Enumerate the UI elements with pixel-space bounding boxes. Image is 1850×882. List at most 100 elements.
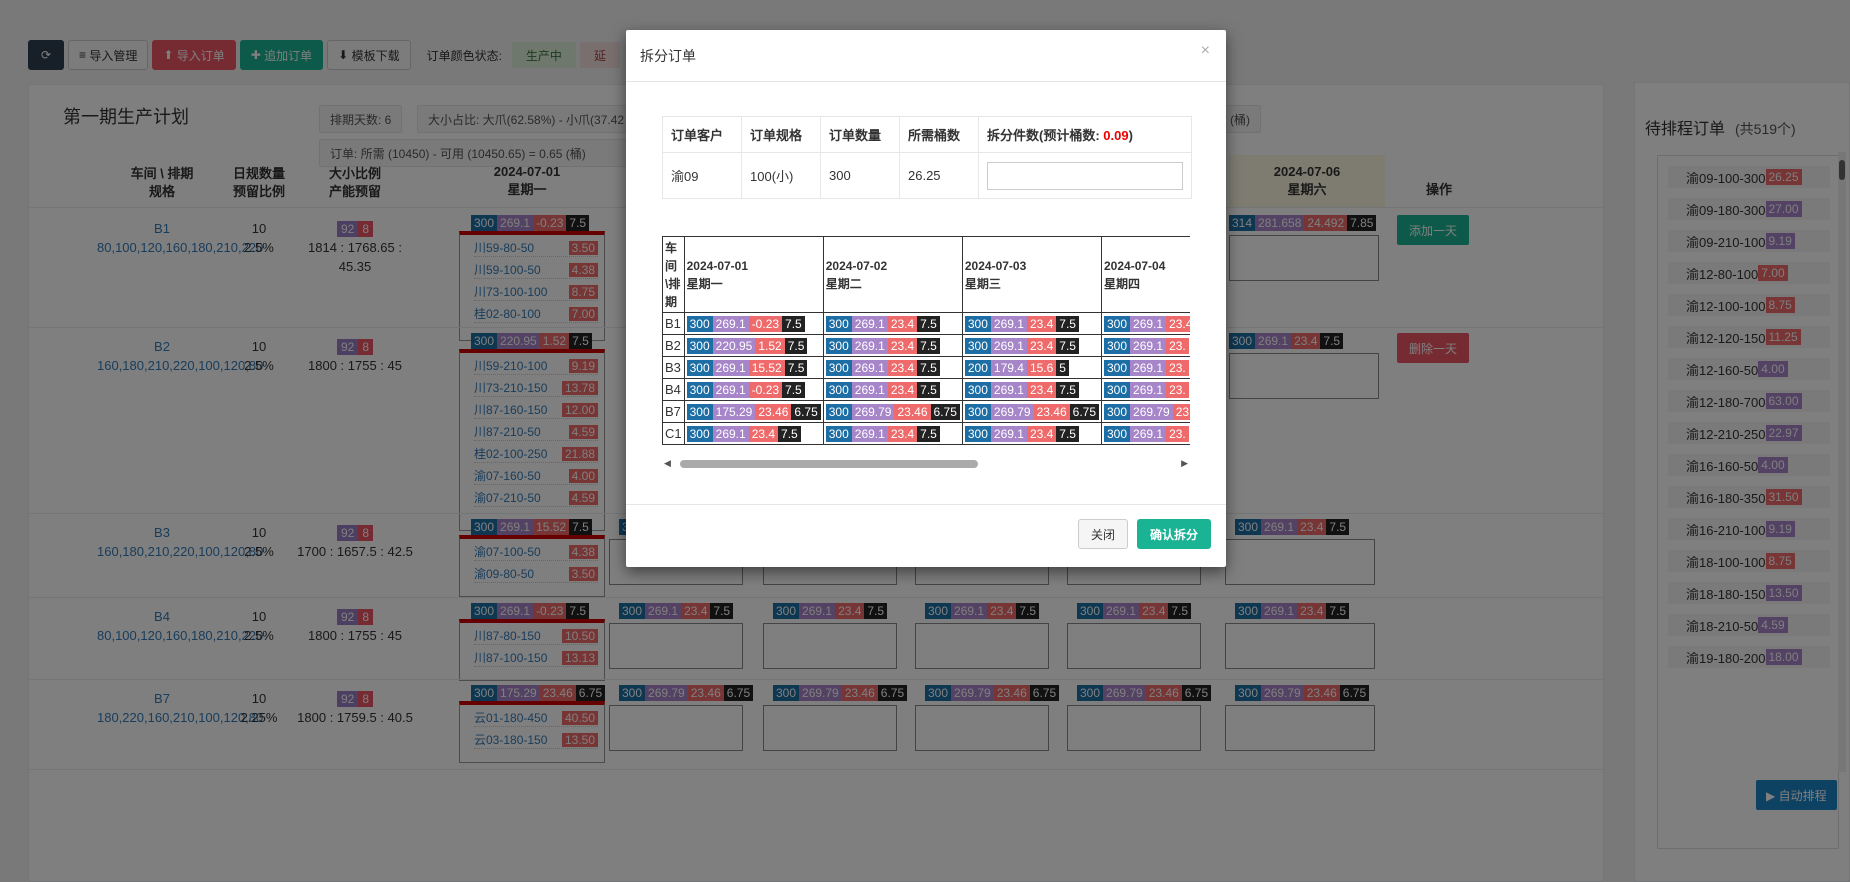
grid-row: B7 300 175.29 23.46 6.75 300 269.79 23.46 6.75 30… <box>662 400 1190 423</box>
remaining-tag: 15.6 <box>1026 359 1057 376</box>
grid-row: C1 300 269.1 23.4 7.5 300 269.1 23.4 7.5 300 269.1… <box>662 422 1190 445</box>
grid-cell[interactable]: 300 269.1 23.4 <box>1100 312 1190 335</box>
grid-cell[interactable]: 300 269.1 23. <box>1100 422 1190 445</box>
grid-row-header: B4 <box>662 378 685 401</box>
grid-date-header: 2024-07-02 星期二 <box>822 236 963 313</box>
grid-cell[interactable]: 300 269.79 23 <box>1100 400 1190 423</box>
cell-tags: 300 269.1 23.4 7.5 <box>825 337 960 354</box>
cell-tags: 300 269.79 23 <box>1104 403 1190 420</box>
confirm-split-button[interactable]: 确认拆分 <box>1137 519 1212 549</box>
cell-tags: 300 269.1 23. <box>1104 359 1190 376</box>
grid-scroll-thumb[interactable] <box>680 460 978 468</box>
quantity-tag: 300 <box>686 403 713 420</box>
grid-weekday: 星期四 <box>1104 276 1141 291</box>
barrels-tag: 7.5 <box>1056 425 1079 442</box>
large-tag: 269.79 <box>851 403 895 420</box>
cell-tags: 300 269.1 23. <box>1104 381 1190 398</box>
schedule-grid-wrapper: 车间\排期 2024-07-01 星期一 2024-07-02 星期二 2024-07-… <box>662 236 1190 456</box>
quantity-tag: 300 <box>1104 425 1131 442</box>
grid-cell[interactable]: 300 269.1 23.4 7.5 <box>822 312 963 335</box>
grid-cell[interactable]: 300 269.1 23.4 7.5 <box>822 334 963 357</box>
grid-cell[interactable]: 300 269.1 -0.23 7.5 <box>683 378 824 401</box>
grid-corner: 车间\排期 <box>662 236 685 313</box>
large-tag: 269.1 <box>851 337 888 354</box>
barrels-tag: 7.5 <box>784 337 808 354</box>
remaining-tag: 23.4 <box>1026 337 1057 354</box>
close-button[interactable]: 关闭 <box>1078 519 1129 549</box>
grid-cell[interactable]: 300 175.29 23.46 6.75 <box>683 400 824 423</box>
grid-cell[interactable]: 300 220.95 1.52 7.5 <box>683 334 824 357</box>
large-tag: 269.1 <box>712 381 749 398</box>
cell-tags: 300 269.1 23.4 7.5 <box>964 315 1099 332</box>
barrels-tag: 7.5 <box>917 359 940 376</box>
grid-cell[interactable]: 300 269.1 23.4 7.5 <box>961 422 1103 445</box>
grid-cell[interactable]: 300 269.1 23.4 7.5 <box>961 334 1103 357</box>
grid-cell[interactable]: 200 179.4 15.6 5 <box>961 356 1103 379</box>
scroll-right-icon[interactable]: ▶ <box>1181 458 1188 469</box>
grid-cell[interactable]: 300 269.1 23.4 7.5 <box>961 312 1103 335</box>
grid-row-header: B7 <box>662 400 685 423</box>
order-customer: 渝09 <box>662 152 742 199</box>
grid-cell[interactable]: 300 269.1 23.4 7.5 <box>961 378 1103 401</box>
quantity-tag: 300 <box>1104 381 1131 398</box>
cell-tags: 300 269.1 23.4 7.5 <box>825 359 960 376</box>
grid-cell[interactable]: 300 269.1 23.4 7.5 <box>822 356 963 379</box>
grid-row: B4 300 269.1 -0.23 7.5 300 269.1 23.4 7.5 300 269.… <box>662 378 1190 401</box>
quantity-tag: 300 <box>825 381 852 398</box>
grid-cell[interactable]: 300 269.1 23. <box>1100 356 1190 379</box>
order-spec: 100(小) <box>741 152 821 199</box>
quantity-tag: 300 <box>686 425 713 442</box>
customer-header: 订单客户 <box>662 116 742 153</box>
quantity-tag: 300 <box>825 425 852 442</box>
cell-tags: 300 175.29 23.46 6.75 <box>686 403 821 420</box>
large-tag: 269.1 <box>851 315 888 332</box>
remaining-tag: 23.4 <box>887 359 918 376</box>
large-tag: 269.1 <box>990 425 1027 442</box>
cell-tags: 300 269.1 -0.23 7.5 <box>686 315 821 332</box>
grid-cell[interactable]: 300 269.79 23.46 6.75 <box>961 400 1103 423</box>
grid-horizontal-scrollbar[interactable]: ◀ ▶ <box>662 458 1190 470</box>
grid-date-header: 2024-07-01 星期一 <box>683 236 824 313</box>
quantity-tag: 300 <box>686 359 713 376</box>
grid-row: B2 300 220.95 1.52 7.5 300 269.1 23.4 7.5 300 269.… <box>662 334 1190 357</box>
remaining-tag: 23. <box>1166 337 1189 354</box>
cell-tags: 300 269.1 23.4 7.5 <box>686 425 821 442</box>
grid-cell[interactable]: 300 269.1 15.52 7.5 <box>683 356 824 379</box>
grid-cell[interactable]: 300 269.1 23. <box>1100 334 1190 357</box>
remaining-tag: 23.4 <box>887 381 918 398</box>
remaining-tag: 23.46 <box>1033 403 1070 420</box>
large-tag: 269.79 <box>1130 403 1173 420</box>
barrels-tag: 7.5 <box>1056 337 1079 354</box>
remaining-tag: 23. <box>1166 425 1189 442</box>
large-tag: 269.1 <box>851 425 888 442</box>
grid-cell[interactable]: 300 269.1 23.4 7.5 <box>683 422 824 445</box>
cell-tags: 300 269.1 23.4 <box>1104 315 1190 332</box>
grid-date-header: 2024-07-03 星期三 <box>961 236 1103 313</box>
quantity-tag: 300 <box>1104 315 1131 332</box>
order-qty: 300 <box>820 152 900 199</box>
barrels-tag: 7.5 <box>1056 315 1079 332</box>
grid-row: B1 300 269.1 -0.23 7.5 300 269.1 23.4 7.5 300 269.… <box>662 312 1190 335</box>
large-tag: 269.1 <box>1130 425 1167 442</box>
scroll-left-icon[interactable]: ◀ <box>664 458 671 469</box>
grid-cell[interactable]: 300 269.1 23. <box>1100 378 1190 401</box>
remaining-tag: 23.4 <box>1026 315 1057 332</box>
order-table-header: 订单客户 订单规格 订单数量 所需桶数 拆分件数(预计桶数: 0.09) <box>662 116 1192 153</box>
cell-tags: 300 220.95 1.52 7.5 <box>686 337 821 354</box>
cell-tags: 300 269.1 23.4 7.5 <box>825 381 960 398</box>
order-table-row: 渝09 100(小) 300 26.25 <box>662 152 1192 199</box>
grid-weekday: 星期二 <box>825 276 862 291</box>
split-count-input[interactable] <box>987 161 1183 190</box>
quantity-tag: 300 <box>825 315 852 332</box>
quantity-tag: 300 <box>964 403 991 420</box>
grid-weekday: 星期一 <box>686 276 723 291</box>
grid-cell[interactable]: 300 269.1 -0.23 7.5 <box>683 312 824 335</box>
schedule-grid: 车间\排期 2024-07-01 星期一 2024-07-02 星期二 2024-07-… <box>662 236 1190 445</box>
close-icon[interactable]: × <box>1201 42 1210 60</box>
barrels-tag: 7.5 <box>784 359 808 376</box>
cell-tags: 300 269.1 23.4 7.5 <box>825 315 960 332</box>
grid-cell[interactable]: 300 269.1 23.4 7.5 <box>822 422 963 445</box>
grid-cell[interactable]: 300 269.1 23.4 7.5 <box>822 378 963 401</box>
remaining-tag: 1.52 <box>755 337 785 354</box>
grid-cell[interactable]: 300 269.79 23.46 6.75 <box>822 400 963 423</box>
